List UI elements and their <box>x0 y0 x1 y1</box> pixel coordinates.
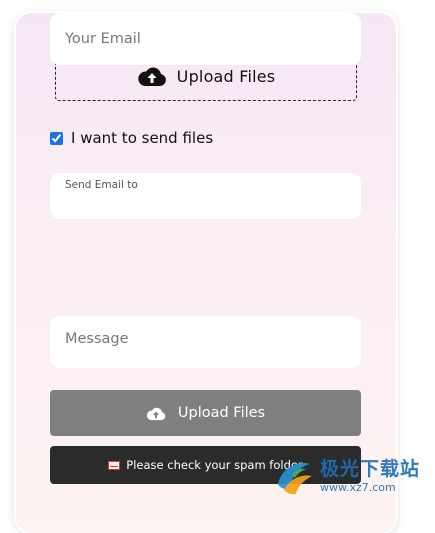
aurora-logo-icon <box>272 454 316 498</box>
watermark-text: 极光下载站 www.xz7.com <box>320 457 421 494</box>
send-email-to-input[interactable] <box>64 195 347 217</box>
upload-files-button-label: Upload Files <box>177 405 266 421</box>
upload-files-button[interactable]: Upload Files <box>50 390 361 436</box>
watermark-title: 极光下载站 <box>320 457 421 480</box>
your-email-input[interactable] <box>50 13 361 65</box>
cloud-upload-icon <box>137 65 167 87</box>
send-files-checkbox[interactable] <box>50 131 63 145</box>
mail-icon <box>108 460 121 470</box>
site-watermark: 极光下载站 www.xz7.com <box>272 452 432 500</box>
send-files-label: I want to send files <box>71 129 214 147</box>
cloud-upload-icon <box>146 406 166 421</box>
message-textarea[interactable] <box>50 316 361 368</box>
watermark-url: www.xz7.com <box>320 480 396 494</box>
send-email-to-label: Send Email to <box>65 179 138 191</box>
dropzone-label: Upload Files <box>176 66 276 86</box>
send-email-to-field[interactable]: Send Email to <box>50 173 361 219</box>
send-files-option[interactable]: I want to send files <box>50 129 213 147</box>
